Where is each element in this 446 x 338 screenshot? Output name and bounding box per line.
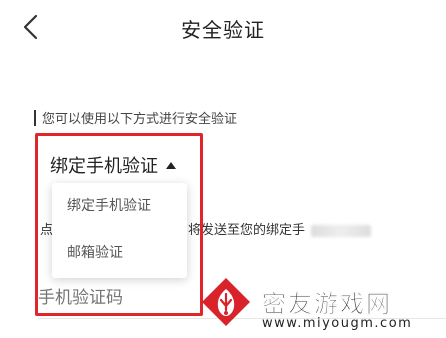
section-heading: 您可以使用以下方式进行安全验证 xyxy=(34,108,237,127)
send-hint-text: 将发送至您的绑定手 xyxy=(188,223,306,238)
security-verification-page: 安全验证 您可以使用以下方式进行安全验证 点 将发送至您的绑定手 绑定手机验证 … xyxy=(0,0,446,338)
blurred-phone-number xyxy=(311,224,372,237)
page-title: 安全验证 xyxy=(181,18,265,42)
watermark: 密友游戏网 www.miyougm.com xyxy=(196,270,446,338)
section-heading-text: 您可以使用以下方式进行安全验证 xyxy=(42,112,238,127)
highlight-frame xyxy=(35,133,203,316)
send-hint: 将发送至您的绑定手 xyxy=(188,219,372,238)
watermark-logo-icon xyxy=(202,278,250,326)
watermark-title: 密友游戏网 xyxy=(262,290,392,318)
watermark-url: www.miyougm.com xyxy=(262,316,413,331)
section-bar xyxy=(34,109,36,126)
